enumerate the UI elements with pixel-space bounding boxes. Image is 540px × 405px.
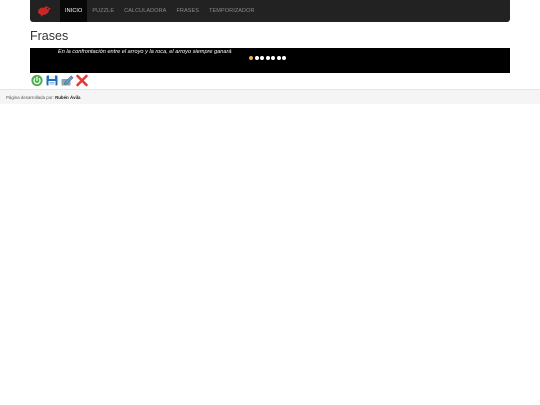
carousel-indicator[interactable] bbox=[282, 56, 286, 60]
top-navbar: INICIO PUZZLE CALCULADORA FRASES TEMPORI… bbox=[30, 0, 510, 22]
nav-item-inicio[interactable]: INICIO bbox=[60, 0, 88, 22]
bird-logo-icon[interactable] bbox=[36, 4, 52, 18]
nav-menu: INICIO PUZZLE CALCULADORA FRASES TEMPORI… bbox=[60, 0, 260, 22]
footer-credit: Página desarrollada por: Rubén Ávila bbox=[6, 95, 80, 100]
quote-carousel[interactable]: En la confrontación entre el arroyo y la… bbox=[30, 48, 510, 73]
delete-icon[interactable] bbox=[75, 74, 89, 87]
carousel-indicator[interactable] bbox=[249, 56, 253, 60]
action-toolbar bbox=[30, 74, 89, 87]
footer-prefix: Página desarrollada por: bbox=[6, 95, 54, 100]
carousel-indicator[interactable] bbox=[254, 56, 259, 60]
carousel-indicator[interactable] bbox=[260, 56, 264, 60]
page-title: Frases bbox=[30, 29, 69, 43]
power-icon[interactable] bbox=[30, 74, 44, 87]
save-icon[interactable] bbox=[45, 74, 59, 87]
carousel-indicator[interactable] bbox=[265, 56, 270, 60]
edit-icon[interactable] bbox=[60, 74, 74, 87]
footer-author: Rubén Ávila bbox=[55, 95, 81, 100]
nav-item-calculadora[interactable]: CALCULADORA bbox=[119, 0, 171, 22]
nav-item-frases[interactable]: FRASES bbox=[171, 0, 204, 22]
carousel-indicator[interactable] bbox=[271, 56, 275, 60]
nav-item-puzzle[interactable]: PUZZLE bbox=[87, 0, 119, 22]
carousel-quote: En la confrontación entre el arroyo y la… bbox=[58, 49, 232, 55]
nav-item-temporizador[interactable]: TEMPORIZADOR bbox=[204, 0, 260, 22]
page-footer: Página desarrollada por: Rubén Ávila bbox=[0, 89, 540, 104]
carousel-indicators bbox=[249, 56, 286, 60]
carousel-indicator[interactable] bbox=[276, 56, 281, 60]
